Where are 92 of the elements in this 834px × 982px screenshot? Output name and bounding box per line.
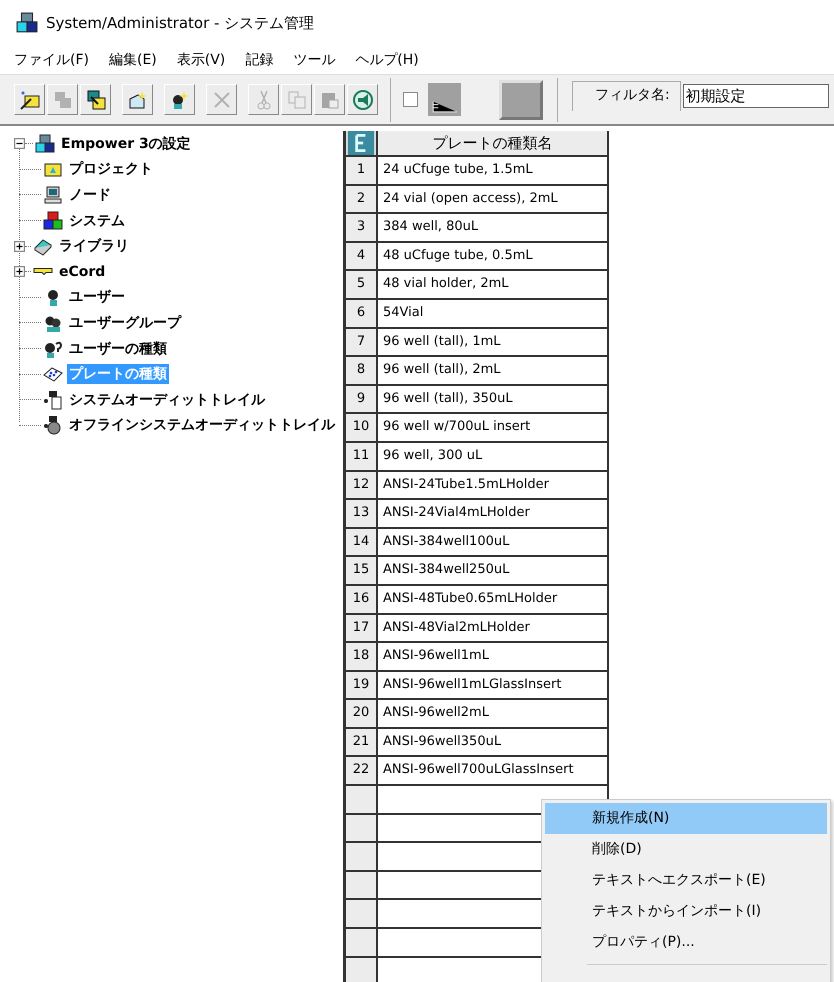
panel-button[interactable] [499, 80, 543, 120]
row-header: 22 [346, 757, 378, 784]
table-cell: 384 well, 80uL [378, 214, 609, 241]
row-header: 9 [346, 386, 378, 412]
user-question-icon [43, 338, 63, 359]
row-header: 14 [346, 528, 378, 556]
tree-item[interactable]: eCord [57, 262, 108, 281]
tree-item[interactable]: ユーザーグループ [67, 312, 183, 333]
pages-icon [286, 88, 308, 110]
table-cell: 96 well (tall), 1mL [378, 328, 609, 356]
menu-item[interactable]: 記録 [245, 51, 274, 69]
wand-folder-icon [18, 88, 40, 110]
row-header: 18 [346, 643, 378, 670]
row-header: 11 [346, 442, 378, 470]
row-header: 16 [346, 586, 378, 612]
table-cell: 24 uCfuge tube, 1.5mL [378, 157, 609, 184]
table-cell: ANSI-48Tube0.65mLHolder [378, 586, 609, 612]
system-icon [43, 210, 63, 231]
row-header: 15 [346, 557, 378, 584]
table-cell: 96 well (tall), 350uL [378, 386, 609, 412]
tree-item[interactable]: オフラインシステムオーディットトレイル [67, 415, 337, 436]
tree-item[interactable]: ノード [67, 184, 113, 205]
menu-item[interactable]: 削除(D) [545, 834, 827, 865]
computer-icon [43, 184, 63, 205]
row-header: 4 [346, 242, 378, 270]
table-cell: ANSI-24Tube1.5mLHolder [378, 472, 609, 498]
menu-item[interactable]: プロパティ(P)... [545, 927, 827, 958]
table-cell: 48 vial holder, 2mL [378, 271, 609, 298]
tree-item[interactable]: ユーザーの種類 [67, 338, 169, 359]
menu-item[interactable]: 新規作成(N) [545, 803, 827, 834]
move-icon [84, 88, 106, 110]
row-header: 8 [346, 357, 378, 384]
row-header: 19 [346, 672, 378, 698]
menu-item[interactable]: ヘルプ(H) [355, 51, 419, 69]
expand-icon[interactable] [14, 240, 25, 252]
table-cell: ANSI-96well1mL [378, 643, 609, 670]
table-cell: 24 vial (open access), 2mL [378, 186, 609, 212]
key-icon [33, 268, 53, 276]
table-cell: ANSI-384well250uL [378, 557, 609, 584]
table-cell: ANSI-384well100uL [378, 528, 609, 556]
row-header: 6 [346, 300, 378, 327]
row-header: 13 [346, 500, 378, 527]
megaphone-icon [352, 88, 374, 110]
document-icon [43, 390, 63, 410]
menu-item[interactable]: 表示(V) [176, 51, 226, 69]
table-cell: 48 uCfuge tube, 0.5mL [378, 242, 609, 270]
toolbar-button[interactable] [164, 84, 195, 115]
tree-item[interactable]: プロジェクト [67, 159, 155, 180]
window-title: System/Administrator - システム管理 [46, 14, 314, 32]
filter-label: フィルタ名: [572, 81, 681, 111]
toolbar-button[interactable] [80, 84, 111, 115]
row-header: 5 [346, 271, 378, 298]
row-header: 3 [346, 214, 378, 241]
menu-item[interactable]: 編集(E) [108, 51, 157, 69]
row-header: 10 [346, 414, 378, 441]
table-cell: ANSI-96well1mLGlassInsert [378, 672, 609, 698]
tree-item[interactable]: ライブラリ [57, 236, 131, 256]
table-cell: 96 well, 300 uL [378, 442, 609, 470]
table-cell: 96 well (tall), 2mL [378, 357, 609, 384]
row-header: 21 [346, 728, 378, 756]
row-header: 20 [346, 700, 378, 727]
table-cell: ANSI-96well700uLGlassInsert [378, 757, 609, 784]
table-cell: 96 well w/700uL insert [378, 414, 609, 441]
row-header: 7 [346, 328, 378, 356]
toolbar-button[interactable] [14, 84, 45, 115]
app-icon [16, 12, 38, 34]
expand-icon[interactable] [14, 266, 25, 278]
menu-item[interactable]: ツール [293, 51, 336, 69]
table-cell: ANSI-48Vial2mLHolder [378, 614, 609, 642]
tree-item[interactable]: ユーザー [67, 287, 127, 308]
tree-item[interactable]: システムオーディットトレイル [67, 390, 267, 410]
filter-field[interactable]: 初期設定 [682, 84, 829, 108]
tree-item[interactable]: Empower 3の設定 [59, 134, 193, 154]
table-cell: ANSI-96well350uL [378, 728, 609, 756]
table-cell: ANSI-24Vial4mLHolder [378, 500, 609, 527]
checkbox[interactable] [403, 92, 418, 107]
row-header: 1 [346, 157, 378, 184]
tree-item[interactable]: システム [67, 210, 127, 231]
row-header: 17 [346, 614, 378, 642]
menu-item[interactable]: テキストへエクスポート(E) [545, 865, 827, 896]
toolbar-button[interactable] [122, 84, 153, 115]
table-cell: 54Vial [378, 300, 609, 327]
row-header: 2 [346, 186, 378, 212]
collapse-icon[interactable] [14, 138, 25, 150]
system-icon [35, 134, 55, 154]
layout-icon[interactable] [428, 83, 461, 116]
reel-icon [43, 415, 63, 436]
row-header: 12 [346, 472, 378, 498]
column-header[interactable]: プレートの種類名 [378, 131, 609, 155]
menu-item[interactable]: ファイル(F) [14, 51, 89, 69]
table-cell: ANSI-96well2mL [378, 700, 609, 727]
menu-item[interactable]: テキストからインポート(I) [545, 896, 827, 927]
